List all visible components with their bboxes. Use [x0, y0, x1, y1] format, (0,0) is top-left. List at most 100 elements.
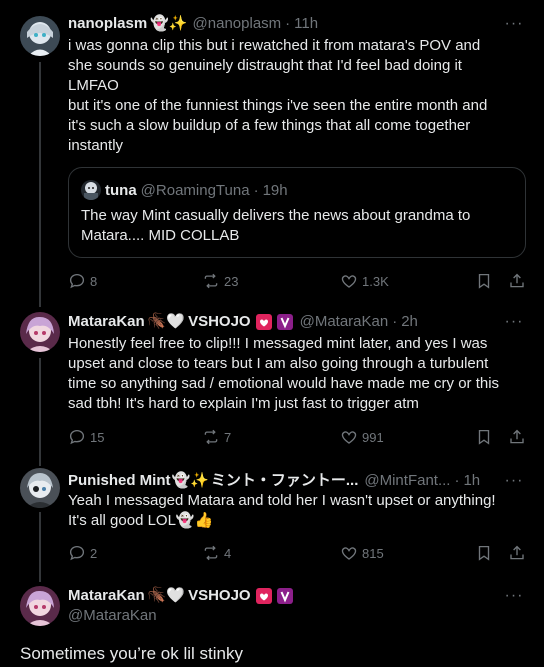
- separator: ·: [253, 181, 259, 199]
- like-count: 815: [362, 545, 384, 561]
- user-handle[interactable]: @nanoplasm: [193, 14, 282, 34]
- heart-badge-icon: [255, 587, 273, 605]
- reply-button[interactable]: 15: [68, 427, 104, 447]
- repost-button[interactable]: 4: [202, 543, 231, 563]
- post-text: Sometimes you’re ok lil stinky: [20, 644, 243, 663]
- bookmark-button[interactable]: [475, 271, 493, 291]
- separator: ·: [285, 15, 291, 32]
- quote-display-name: tuna: [105, 181, 137, 199]
- verified-v-badge-icon: [276, 587, 294, 605]
- post-text: Yeah I messaged Matara and told her I wa…: [68, 491, 526, 531]
- reply-button[interactable]: 2: [68, 543, 97, 563]
- post-header: Punished Mint 👻✨ ミント・ファントー... @MintFant.…: [68, 471, 480, 491]
- heart-badge-icon: [255, 313, 273, 331]
- text-line: upset and close to tears but I am also g…: [68, 355, 489, 372]
- display-name[interactable]: Punished Mint: [68, 471, 171, 491]
- like-icon: [341, 275, 357, 288]
- text-line: but it's one of the funniest things i've…: [68, 97, 488, 114]
- post-text: i was gonna clip this but i rewatched it…: [68, 36, 526, 156]
- share-icon: [510, 545, 524, 560]
- name-emoji: 👻✨: [171, 472, 209, 489]
- timestamp[interactable]: 1h: [463, 471, 480, 491]
- user-handle[interactable]: @MataraKan: [300, 312, 389, 332]
- repost-button[interactable]: 23: [202, 271, 238, 291]
- more-icon[interactable]: ···: [504, 14, 524, 34]
- quote-timestamp: 19h: [262, 181, 288, 199]
- text-line: it's such a slow buildup of a few things…: [68, 117, 471, 134]
- name-emoji: 🪳🤍: [147, 587, 186, 604]
- text-line: It's all good LOL👻👍: [68, 512, 214, 529]
- reply-button[interactable]: 8: [68, 271, 97, 291]
- post-text: Honestly feel free to clip!!! I messaged…: [68, 334, 526, 414]
- repost-count: 23: [224, 273, 239, 289]
- timestamp[interactable]: 2h: [401, 312, 418, 332]
- separator: ·: [392, 313, 398, 330]
- like-icon: [341, 547, 357, 560]
- display-name[interactable]: MataraKan: [68, 312, 145, 332]
- like-button[interactable]: 815: [340, 543, 384, 563]
- text-line: LMFAO: [68, 77, 119, 94]
- user-handle[interactable]: @MataraKan: [68, 606, 157, 626]
- reply-count: 8: [90, 273, 98, 289]
- quote-avatar: [81, 180, 101, 200]
- bookmark-button[interactable]: [475, 427, 493, 447]
- action-bar: 2 4 815: [68, 543, 526, 563]
- action-bar: 15 7 991: [68, 427, 526, 447]
- repost-icon: [204, 273, 218, 289]
- repost-count: 7: [224, 429, 232, 445]
- avatar[interactable]: [20, 312, 60, 352]
- like-button[interactable]: 991: [340, 427, 384, 447]
- repost-icon: [204, 545, 218, 561]
- text-line: Yeah I messaged Matara and told her I wa…: [68, 492, 496, 509]
- more-icon[interactable]: ···: [504, 471, 524, 491]
- like-button[interactable]: 1.3K: [340, 271, 389, 291]
- display-name[interactable]: nanoplasm: [68, 14, 147, 34]
- repost-count: 4: [224, 545, 232, 561]
- bookmark-icon: [478, 273, 490, 289]
- display-name-suffix[interactable]: VSHOJO: [188, 312, 251, 332]
- display-name[interactable]: MataraKan: [68, 586, 145, 606]
- share-icon: [510, 429, 524, 444]
- text-line: Matara.... MID COLLAB: [81, 227, 240, 244]
- name-emoji: 🪳🤍: [147, 313, 186, 330]
- separator: ·: [454, 472, 460, 489]
- quote-header: tuna @RoamingTuna · 19h: [81, 180, 288, 200]
- post-header: nanoplasm 👻✨ @nanoplasm · 11h: [68, 14, 318, 34]
- thread-connector: [39, 62, 41, 307]
- text-line: Honestly feel free to clip!!! I messaged…: [68, 335, 488, 352]
- bookmark-icon: [478, 545, 490, 561]
- user-handle[interactable]: @MintFant...: [364, 471, 450, 491]
- avatar[interactable]: [20, 16, 60, 56]
- post-header: MataraKan 🪳🤍 VSHOJO @MataraKan · 2h: [68, 312, 418, 332]
- avatar[interactable]: [20, 586, 60, 626]
- share-button[interactable]: [508, 427, 526, 447]
- post-header: MataraKan 🪳🤍 VSHOJO: [68, 586, 294, 606]
- reply-count: 2: [90, 545, 98, 561]
- share-button[interactable]: [508, 543, 526, 563]
- reply-icon: [69, 545, 85, 561]
- text-line: The way Mint casually delivers the news …: [81, 207, 471, 224]
- timestamp[interactable]: 11h: [294, 14, 318, 34]
- thread-connector: [39, 512, 41, 582]
- more-icon[interactable]: ···: [504, 586, 524, 606]
- text-line: time so anything sad / emotional would h…: [68, 375, 500, 392]
- bookmark-icon: [478, 429, 490, 445]
- name-emoji: 👻✨: [150, 15, 188, 32]
- text-line: instantly: [68, 137, 124, 154]
- reply-icon: [69, 273, 85, 289]
- like-icon: [341, 431, 357, 444]
- like-count: 1.3K: [362, 273, 389, 289]
- reply-icon: [69, 429, 85, 445]
- share-icon: [510, 273, 524, 288]
- more-icon[interactable]: ···: [504, 312, 524, 332]
- avatar[interactable]: [20, 468, 60, 508]
- quote-text: The way Mint casually delivers the news …: [81, 206, 513, 246]
- quoted-post[interactable]: tuna @RoamingTuna · 19h The way Mint cas…: [68, 167, 526, 258]
- action-bar: 8 23 1.3K: [68, 271, 526, 291]
- repost-button[interactable]: 7: [202, 427, 231, 447]
- share-button[interactable]: [508, 271, 526, 291]
- bookmark-button[interactable]: [475, 543, 493, 563]
- display-name-suffix[interactable]: VSHOJO: [188, 586, 251, 606]
- display-name-suffix[interactable]: ミント・ファントー...: [211, 471, 359, 491]
- text-line: i was gonna clip this but i rewatched it…: [68, 37, 481, 54]
